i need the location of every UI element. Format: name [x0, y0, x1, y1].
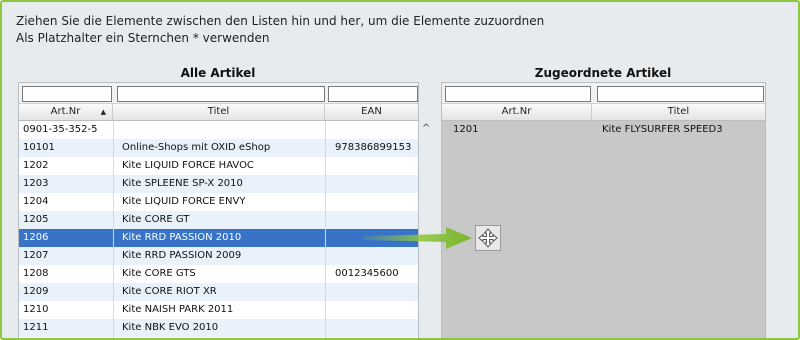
assignment-dialog: Ziehen Sie die Elemente zwischen den Lis…	[0, 0, 800, 340]
cell-artnr: 1210	[23, 304, 49, 315]
cell-artnr: 1211	[23, 322, 49, 333]
table-row[interactable]: 1205 Kite CORE GT	[19, 211, 418, 229]
instruction-line-1: Ziehen Sie die Elemente zwischen den Lis…	[16, 14, 545, 28]
cell-artnr: 0901-35-352-5	[23, 124, 98, 135]
cell-artnr: 1207	[23, 250, 49, 261]
column-header-row: Art.Nr ▲ Titel EAN	[19, 104, 418, 121]
column-divider	[113, 121, 114, 338]
cell-titel: Kite CORE GT	[122, 214, 190, 225]
cell-titel: Kite LIQUID FORCE ENVY	[122, 196, 246, 207]
instruction-line-2: Als Platzhalter ein Sternchen * verwende…	[16, 31, 270, 45]
cell-titel: Kite RRD PASSION 2009	[122, 250, 242, 261]
cell-ean	[335, 175, 417, 193]
table-row[interactable]: 0901-35-352-5	[19, 121, 418, 139]
all-articles-title: Alle Artikel	[180, 66, 256, 80]
column-header-ean[interactable]: EAN	[325, 104, 418, 120]
column-header-artnr-label: Art.Nr	[50, 106, 81, 117]
all-articles-grid[interactable]: Art.Nr ▲ Titel EAN 0901-35-352-5 10101 Onl…	[18, 82, 419, 338]
column-header-titel[interactable]: Titel	[113, 104, 325, 120]
cell-artnr: 1204	[23, 196, 49, 207]
cell-artnr: 1203	[23, 178, 49, 189]
table-row[interactable]: 1207 Kite RRD PASSION 2009	[19, 247, 418, 265]
column-divider	[325, 121, 326, 338]
cell-titel: Kite CORE GTS	[122, 268, 196, 279]
cell-ean	[335, 247, 417, 265]
cell-ean	[335, 121, 417, 139]
cell-ean	[335, 157, 417, 175]
cell-titel: Kite FLYSURFER SPEED3	[602, 124, 723, 135]
table-row[interactable]: 1203 Kite SPLEENE SP-X 2010	[19, 175, 418, 193]
cell-artnr: 1208	[23, 268, 49, 279]
cell-ean	[335, 319, 417, 337]
filter-row	[442, 83, 765, 104]
cell-titel: Kite NBK EVO 2010	[122, 322, 219, 333]
cell-ean: 978386899153	[335, 142, 412, 153]
arrow-right-icon	[364, 227, 472, 249]
cell-titel: Kite NAISH PARK 2011	[122, 304, 234, 315]
table-row[interactable]: 1204 Kite LIQUID FORCE ENVY	[19, 193, 418, 211]
titel-filter-input[interactable]	[117, 86, 325, 102]
drag-handle[interactable]	[475, 225, 501, 251]
cell-ean	[335, 193, 417, 211]
table-row[interactable]: 1206 Kite RRD PASSION 2010	[19, 229, 418, 247]
sort-ascending-icon: ▲	[100, 108, 106, 116]
artnr-filter-input[interactable]	[445, 86, 591, 102]
cell-artnr: 1209	[23, 286, 49, 297]
cell-titel: Kite LIQUID FORCE HAVOC	[122, 160, 254, 171]
column-header-row: Art.Nr Titel	[442, 104, 765, 121]
scroll-up-icon[interactable]: ^	[422, 123, 430, 134]
ean-filter-input[interactable]	[328, 86, 418, 102]
cell-ean	[335, 283, 417, 301]
filter-row	[19, 83, 418, 104]
table-row[interactable]: 1201 Kite FLYSURFER SPEED3	[442, 121, 765, 139]
cell-ean: 0012345600	[335, 268, 399, 279]
table-row[interactable]: 10101 Online-Shops mit OXID eShop 97838689…	[19, 139, 418, 157]
column-header-artnr[interactable]: Art.Nr	[442, 104, 592, 120]
cell-titel: Kite RRD PASSION 2010	[122, 232, 242, 243]
table-row[interactable]: 1208 Kite CORE GTS 0012345600	[19, 265, 418, 283]
cell-titel: Kite CORE RIOT XR	[122, 286, 217, 297]
instructions: Ziehen Sie die Elemente zwischen den Lis…	[16, 13, 544, 47]
cell-titel: Online-Shops mit OXID eShop	[122, 142, 271, 153]
cell-titel: Kite SPLEENE SP-X 2010	[122, 178, 243, 189]
assigned-articles-grid[interactable]: Art.Nr Titel 1201 Kite FLYSURFER SPEED3	[441, 82, 766, 338]
titel-filter-input[interactable]	[597, 86, 764, 102]
move-icon	[478, 228, 498, 248]
table-row[interactable]: 1210 Kite NAISH PARK 2011	[19, 301, 418, 319]
table-row[interactable]: 1209 Kite CORE RIOT XR	[19, 283, 418, 301]
cell-titel	[122, 121, 322, 139]
assigned-articles-title: Zugeordnete Artikel	[534, 66, 672, 80]
column-header-artnr[interactable]: Art.Nr ▲	[19, 104, 113, 120]
cell-ean	[335, 301, 417, 319]
table-row[interactable]: 1202 Kite LIQUID FORCE HAVOC	[19, 157, 418, 175]
cell-artnr: 1201	[453, 124, 479, 135]
artnr-filter-input[interactable]	[22, 86, 112, 102]
cell-artnr: 1206	[23, 232, 49, 243]
cell-artnr: 1202	[23, 160, 49, 171]
cell-artnr: 10101	[23, 142, 55, 153]
cell-artnr: 1205	[23, 214, 49, 225]
table-row[interactable]: 1211 Kite NBK EVO 2010	[19, 319, 418, 337]
column-header-titel[interactable]: Titel	[592, 104, 765, 120]
